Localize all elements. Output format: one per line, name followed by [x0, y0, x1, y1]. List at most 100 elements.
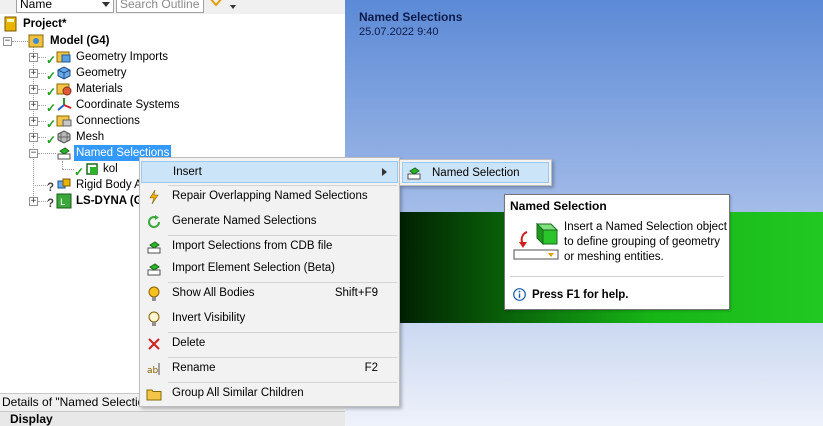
menu-item-generate[interactable]: Generate Named Selections — [141, 211, 398, 233]
chevron-down-icon — [102, 2, 110, 7]
check-icon: ✓ — [46, 117, 57, 131]
question-icon: ? — [47, 182, 55, 194]
tree-line — [38, 73, 46, 74]
lightbulb-icon — [148, 286, 160, 301]
filter-icon[interactable] — [208, 0, 224, 8]
menu-item-show-all[interactable]: Show All Bodies Shift+F9 — [141, 283, 398, 305]
check-icon: ✓ — [46, 133, 57, 147]
tree-line — [38, 105, 46, 106]
expand-icon[interactable]: + — [29, 133, 38, 142]
tree-line — [38, 121, 46, 122]
named-selection-import-icon — [147, 241, 161, 254]
tooltip-title: Named Selection — [510, 199, 607, 213]
tree-line — [62, 161, 63, 169]
check-icon: ✓ — [46, 69, 57, 83]
lightning-icon — [149, 189, 159, 205]
menu-item-group-label: Group All Similar Children — [172, 387, 304, 399]
project-icon — [4, 16, 17, 32]
insert-submenu: Named Selection — [399, 159, 552, 186]
menu-item-rename[interactable]: ab Rename F2 — [141, 358, 398, 380]
menu-item-import-cdb[interactable]: Import Selections from CDB file — [141, 236, 398, 258]
tree-label-materials: Materials — [76, 83, 123, 95]
menu-item-show-all-shortcut: Shift+F9 — [334, 287, 378, 299]
viewport-date: 25.07.2022 9:40 — [359, 26, 439, 38]
tree-label-connections: Connections — [76, 115, 140, 127]
expand-icon[interactable]: + — [29, 101, 38, 110]
tree-label-mesh: Mesh — [76, 131, 105, 143]
svg-text:ab: ab — [147, 366, 159, 376]
tree-line — [33, 185, 48, 186]
menu-item-show-all-label: Show All Bodies — [172, 287, 255, 299]
named-selection-import-icon — [147, 263, 161, 276]
expand-icon[interactable]: + — [29, 69, 38, 78]
folder-icon — [146, 389, 162, 401]
expand-icon[interactable]: + — [29, 53, 38, 62]
expand-icon[interactable]: + — [29, 85, 38, 94]
filter-dropdown-icon[interactable] — [230, 5, 236, 9]
tree-line — [12, 41, 28, 42]
collapse-icon[interactable]: − — [29, 149, 38, 158]
outline-toolbar: Name Search Outline — [0, 0, 345, 14]
check-icon: ✓ — [46, 101, 57, 115]
coordinate-systems-icon — [57, 98, 72, 111]
mesh-icon — [57, 130, 71, 144]
tree-label-kol: kol — [103, 163, 118, 175]
menu-item-delete[interactable]: Delete — [141, 333, 398, 355]
refresh-icon — [148, 215, 161, 229]
expand-icon[interactable]: + — [29, 197, 38, 206]
tree-label-model: Model (G4) — [50, 35, 110, 47]
menu-item-import-element-label: Import Element Selection (Beta) — [172, 262, 335, 274]
tree-label-rigid-body: Rigid Body Ac — [76, 179, 148, 191]
menu-item-insert[interactable]: Insert — [141, 161, 398, 183]
check-icon: ✓ — [46, 53, 57, 67]
expand-icon[interactable]: + — [29, 117, 38, 126]
submenu-item-named-selection-label: Named Selection — [432, 167, 520, 179]
submenu-item-named-selection[interactable]: Named Selection — [402, 162, 549, 183]
tree-label-geometry-imports: Geometry Imports — [76, 51, 169, 63]
check-icon: ✓ — [46, 85, 57, 99]
materials-icon — [56, 83, 72, 96]
model-icon — [28, 34, 44, 48]
name-filter-combo[interactable]: Name — [16, 0, 114, 13]
menu-item-rename-shortcut: F2 — [364, 362, 378, 374]
menu-item-import-cdb-label: Import Selections from CDB file — [172, 240, 333, 252]
tree-label-lsdyna: LS-DYNA (G — [76, 195, 143, 207]
lightbulb-outline-icon — [148, 311, 160, 326]
lsdyna-icon: L — [56, 193, 72, 209]
menu-item-invert-label: Invert Visibility — [172, 312, 246, 324]
tooltip-body: Insert a Named Selection object to defin… — [564, 221, 728, 263]
geometry-icon — [57, 66, 71, 80]
menu-item-generate-label: Generate Named Selections — [172, 215, 317, 227]
viewport-title: Named Selections — [359, 10, 463, 24]
menu-item-repair-label: Repair Overlapping Named Selections — [172, 190, 368, 202]
tree-line — [38, 137, 46, 138]
named-selection-icon — [86, 163, 98, 175]
tooltip-help-text: Press F1 for help. — [532, 289, 629, 301]
menu-item-insert-label: Insert — [173, 166, 202, 178]
tooltip: Named Selection Insert a Named Selection… — [504, 194, 730, 310]
tooltip-divider — [510, 276, 724, 277]
name-filter-value: Name — [20, 0, 53, 11]
tree-label-coordinate-systems: Coordinate Systems — [76, 99, 180, 111]
search-outline-input[interactable]: Search Outline — [116, 0, 204, 13]
tree-line — [38, 153, 56, 154]
menu-item-group[interactable]: Group All Similar Children — [141, 383, 398, 405]
menu-item-rename-label: Rename — [172, 362, 216, 374]
delete-icon — [148, 338, 160, 350]
question-icon: ? — [47, 198, 55, 210]
rename-icon: ab — [147, 363, 160, 376]
rigid-body-icon — [57, 178, 71, 189]
details-display-row[interactable]: Display — [0, 411, 345, 426]
collapse-icon[interactable]: − — [3, 37, 12, 46]
svg-text:L: L — [60, 198, 65, 208]
menu-item-import-element[interactable]: Import Element Selection (Beta) — [141, 258, 398, 280]
named-selection-graphic-icon — [513, 222, 559, 260]
menu-item-invert[interactable]: Invert Visibility — [141, 308, 398, 330]
tree-label-project: Project* — [23, 18, 67, 30]
tree-line — [62, 169, 74, 170]
details-display-label: Display — [10, 412, 53, 426]
tree-label-geometry: Geometry — [76, 67, 127, 79]
submenu-arrow-icon — [382, 168, 387, 176]
menu-item-repair[interactable]: Repair Overlapping Named Selections — [141, 186, 398, 208]
menu-item-delete-label: Delete — [172, 337, 206, 349]
